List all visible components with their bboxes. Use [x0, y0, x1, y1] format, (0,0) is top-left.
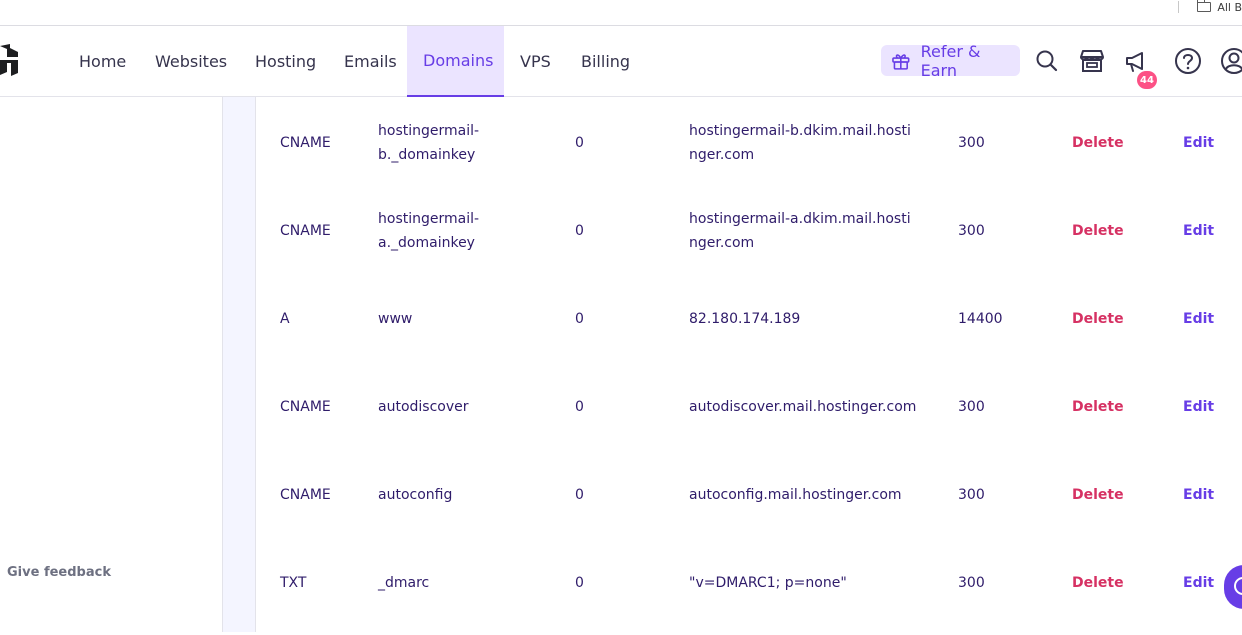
nav-domains[interactable]: Domains — [407, 26, 504, 97]
delete-button[interactable]: Delete — [1072, 131, 1124, 155]
record-priority: 0 — [575, 575, 584, 591]
secondary-sidebar-strip — [223, 97, 256, 632]
delete-button[interactable]: Delete — [1072, 395, 1124, 419]
record-priority: 0 — [575, 135, 584, 151]
refer-earn-button[interactable]: Refer & Earn — [881, 42, 1020, 80]
edit-button[interactable]: Edit — [1183, 307, 1214, 331]
dns-records-table: CNAME hostingermail-b._domainkey 0 hosti… — [256, 97, 1242, 632]
record-name: autoconfig — [378, 487, 453, 503]
nav-billing-label: Billing — [581, 52, 631, 71]
nav-emails-label: Emails — [344, 52, 397, 71]
nav-billing[interactable]: Billing — [565, 26, 646, 97]
nav-vps-label: VPS — [520, 52, 551, 71]
sidebar — [0, 97, 223, 632]
record-content: hostingermail-a.dkim.mail.hostinger.com — [689, 211, 911, 251]
record-type: CNAME — [280, 223, 331, 239]
table-row: A www 0 82.180.174.189 14400 Delete Edit — [256, 283, 1242, 371]
delete-button[interactable]: Delete — [1072, 307, 1124, 331]
record-content: "v=DMARC1; p=none" — [689, 575, 847, 591]
record-priority: 0 — [575, 223, 584, 239]
record-name: _dmarc — [378, 575, 430, 591]
notification-badge: 44 — [1137, 71, 1157, 89]
nav-domains-label: Domains — [423, 51, 494, 70]
edit-button[interactable]: Edit — [1183, 395, 1214, 419]
folder-icon — [1197, 0, 1212, 12]
record-ttl: 300 — [958, 135, 985, 151]
delete-button[interactable]: Delete — [1072, 571, 1124, 595]
table-row: CNAME hostingermail-b._domainkey 0 hosti… — [256, 107, 1242, 195]
record-name: www — [378, 311, 413, 327]
edit-button[interactable]: Edit — [1183, 131, 1214, 155]
nav-emails[interactable]: Emails — [328, 26, 413, 97]
record-name: hostingermail-b._domainkey — [378, 123, 480, 163]
nav-home[interactable]: Home — [63, 26, 142, 97]
nav-websites-label: Websites — [155, 52, 228, 71]
all-bookmarks[interactable]: All B — [1178, 0, 1242, 14]
record-type: CNAME — [280, 135, 331, 151]
edit-button[interactable]: Edit — [1183, 571, 1214, 595]
refer-earn-label: Refer & Earn — [920, 41, 981, 80]
record-content: 82.180.174.189 — [689, 311, 801, 327]
record-type: A — [280, 311, 290, 327]
table-row: CNAME autodiscover 0 autodiscover.mail.h… — [256, 371, 1242, 459]
record-priority: 0 — [575, 399, 584, 415]
help-icon[interactable] — [1173, 46, 1203, 76]
record-type: CNAME — [280, 487, 331, 503]
delete-button[interactable]: Delete — [1072, 483, 1124, 507]
hostinger-logo[interactable] — [0, 44, 18, 76]
record-priority: 0 — [575, 311, 584, 327]
record-type: CNAME — [280, 399, 331, 415]
record-ttl: 300 — [958, 223, 985, 239]
store-icon[interactable] — [1077, 46, 1107, 76]
record-ttl: 300 — [958, 399, 985, 415]
gift-icon — [892, 53, 910, 70]
edit-button[interactable]: Edit — [1183, 483, 1214, 507]
edit-button[interactable]: Edit — [1183, 219, 1214, 243]
record-name: hostingermail-a._domainkey — [378, 211, 480, 251]
browser-bookmark-bar: All B — [0, 0, 1242, 26]
nav-hosting-label: Hosting — [255, 52, 317, 71]
record-priority: 0 — [575, 487, 584, 503]
record-ttl: 14400 — [958, 311, 1003, 327]
nav-vps[interactable]: VPS — [504, 26, 567, 97]
record-content: hostingermail-b.dkim.mail.hostinger.com — [689, 123, 911, 163]
account-icon[interactable] — [1219, 46, 1242, 76]
all-bookmarks-label: All B — [1217, 0, 1242, 14]
table-row: CNAME autoconfig 0 autoconfig.mail.hosti… — [256, 459, 1242, 547]
table-row: TXT _dmarc 0 "v=DMARC1; p=none" 300 Dele… — [256, 547, 1242, 635]
search-icon[interactable] — [1032, 46, 1062, 76]
table-row: CNAME hostingermail-a._domainkey 0 hosti… — [256, 195, 1242, 283]
delete-button[interactable]: Delete — [1072, 219, 1124, 243]
record-type: TXT — [280, 575, 307, 591]
record-ttl: 300 — [958, 575, 985, 591]
top-navigation: Home Websites Hosting Emails Domains VPS… — [0, 26, 1242, 97]
record-content: autodiscover.mail.hostinger.com — [689, 399, 917, 415]
nav-home-label: Home — [79, 52, 127, 71]
give-feedback-link[interactable]: Give feedback — [7, 565, 111, 580]
record-content: autoconfig.mail.hostinger.com — [689, 487, 902, 503]
bookmark-separator — [1178, 1, 1180, 13]
record-name: autodiscover — [378, 399, 469, 415]
nav-websites[interactable]: Websites — [139, 26, 243, 97]
record-ttl: 300 — [958, 487, 985, 503]
nav-hosting[interactable]: Hosting — [239, 26, 332, 97]
